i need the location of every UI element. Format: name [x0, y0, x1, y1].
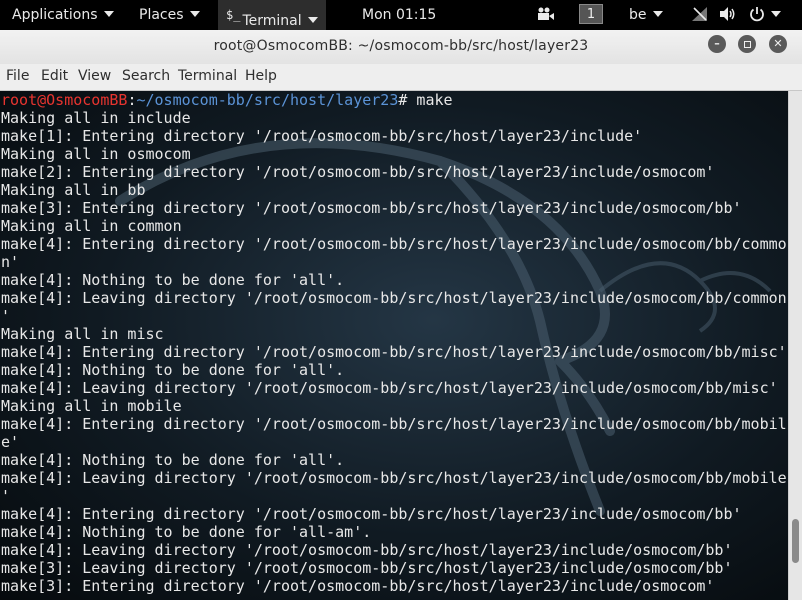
volume-icon[interactable] — [719, 0, 737, 30]
minimize-icon: – — [714, 37, 720, 50]
chevron-down-icon — [307, 17, 318, 23]
chevron-down-icon — [771, 11, 781, 17]
menu-search[interactable]: Search — [122, 64, 170, 88]
terminal-label: Terminal — [242, 13, 302, 29]
window-titlebar[interactable]: root@OsmocomBB: ~/osmocom-bb/src/host/la… — [0, 30, 802, 64]
keyboard-layout-label: be — [629, 7, 647, 23]
menu-view[interactable]: View — [78, 64, 111, 88]
terminal-line: make[4]: Nothing to be done for 'all'. — [1, 361, 345, 379]
terminal-line: make[4]: Leaving directory '/root/osmoco… — [1, 379, 778, 397]
terminal-output[interactable]: root@OsmocomBB:~/osmocom-bb/src/host/lay… — [0, 91, 788, 600]
terminal-line: make[1]: Entering directory '/root/osmoc… — [1, 127, 643, 145]
terminal-line: make[4]: Entering directory '/root/osmoc… — [1, 505, 742, 523]
prompt-command: # make — [398, 91, 453, 109]
prompt-path: ~/osmocom-bb/src/host/layer23 — [136, 91, 399, 109]
terminal-scrollbar[interactable] — [788, 91, 802, 600]
terminal-line: ' — [1, 307, 11, 325]
workspace-indicator[interactable]: 1 — [579, 4, 603, 24]
menu-edit[interactable]: Edit — [41, 64, 68, 88]
minimize-button[interactable]: – — [708, 35, 726, 53]
menu-bar: File Edit View Search Terminal Help — [0, 64, 802, 91]
terminal-line: n' — [1, 253, 20, 271]
terminal-line: make[4]: Nothing to be done for 'all-am'… — [1, 523, 372, 541]
terminal-line: make[3]: Leaving directory '/root/osmoco… — [1, 559, 733, 577]
window-title: root@OsmocomBB: ~/osmocom-bb/src/host/la… — [213, 38, 589, 54]
terminal-line: Making all in common — [1, 217, 182, 235]
terminal-line: Making all in misc — [1, 325, 164, 343]
workspace-number: 1 — [586, 7, 596, 22]
terminal-line: make[3]: Entering directory '/root/osmoc… — [1, 577, 715, 595]
terminal-line: make[4]: Leaving directory '/root/osmoco… — [1, 541, 733, 559]
chevron-down-icon — [189, 11, 200, 17]
applications-label: Applications — [12, 7, 98, 23]
terminal-line: Making all in osmocom — [1, 145, 191, 163]
applications-menu[interactable]: Applications — [12, 0, 114, 30]
terminal-line: make[4]: Nothing to be done for 'all'. — [1, 451, 345, 469]
prompt-line: root@OsmocomBB:~/osmocom-bb/src/host/lay… — [1, 91, 787, 109]
menu-file[interactable]: File — [6, 64, 29, 88]
menu-help[interactable]: Help — [245, 64, 277, 88]
close-icon: ✕ — [773, 37, 783, 50]
terminal-line: make[4]: Leaving directory '/root/osmoco… — [1, 469, 787, 487]
output-lines: Making all in include make[1]: Entering d… — [1, 109, 787, 595]
terminal-icon: $_ — [226, 8, 241, 22]
terminal-line: make[4]: Leaving directory '/root/osmoco… — [1, 289, 787, 307]
close-button[interactable]: ✕ — [769, 35, 787, 53]
keyboard-layout-menu[interactable]: be — [629, 0, 663, 30]
scrollbar-thumb[interactable] — [792, 519, 799, 563]
chevron-down-icon — [103, 11, 114, 17]
terminal-line: e' — [1, 433, 20, 451]
network-disabled-icon[interactable] — [691, 0, 709, 30]
terminal-line: Making all in bb — [1, 181, 146, 199]
terminal-line: make[4]: Nothing to be done for 'all'. — [1, 271, 345, 289]
maximize-button[interactable] — [738, 35, 756, 53]
terminal-line: ' — [1, 487, 11, 505]
maximize-icon — [743, 41, 751, 48]
terminal-line: make[4]: Entering directory '/root/osmoc… — [1, 415, 787, 433]
top-panel: Applications Places $_ Terminal Mon 01:15… — [0, 0, 802, 30]
places-menu[interactable]: Places — [139, 0, 200, 30]
terminal-text: root@OsmocomBB:~/osmocom-bb/src/host/lay… — [1, 91, 787, 595]
prompt-user: root@OsmocomBB — [1, 91, 128, 109]
terminal-line: Making all in include — [1, 109, 191, 127]
terminal-line: make[4]: Entering directory '/root/osmoc… — [1, 235, 787, 253]
clock[interactable]: Mon 01:15 — [362, 0, 436, 30]
terminal-line: make[2]: Entering directory '/root/osmoc… — [1, 163, 715, 181]
chevron-down-icon — [652, 11, 663, 17]
power-icon — [750, 7, 764, 22]
terminal-line: Making all in mobile — [1, 397, 182, 415]
clock-label: Mon 01:15 — [362, 7, 437, 23]
menu-terminal[interactable]: Terminal — [178, 64, 237, 88]
terminal-line: make[3]: Entering directory '/root/osmoc… — [1, 199, 742, 217]
places-label: Places — [139, 7, 184, 23]
terminal-line: make[4]: Entering directory '/root/osmoc… — [1, 343, 787, 361]
video-camera-icon[interactable] — [537, 0, 555, 30]
power-menu[interactable] — [749, 0, 781, 30]
terminal-app-menu[interactable]: $_ Terminal — [218, 0, 326, 30]
